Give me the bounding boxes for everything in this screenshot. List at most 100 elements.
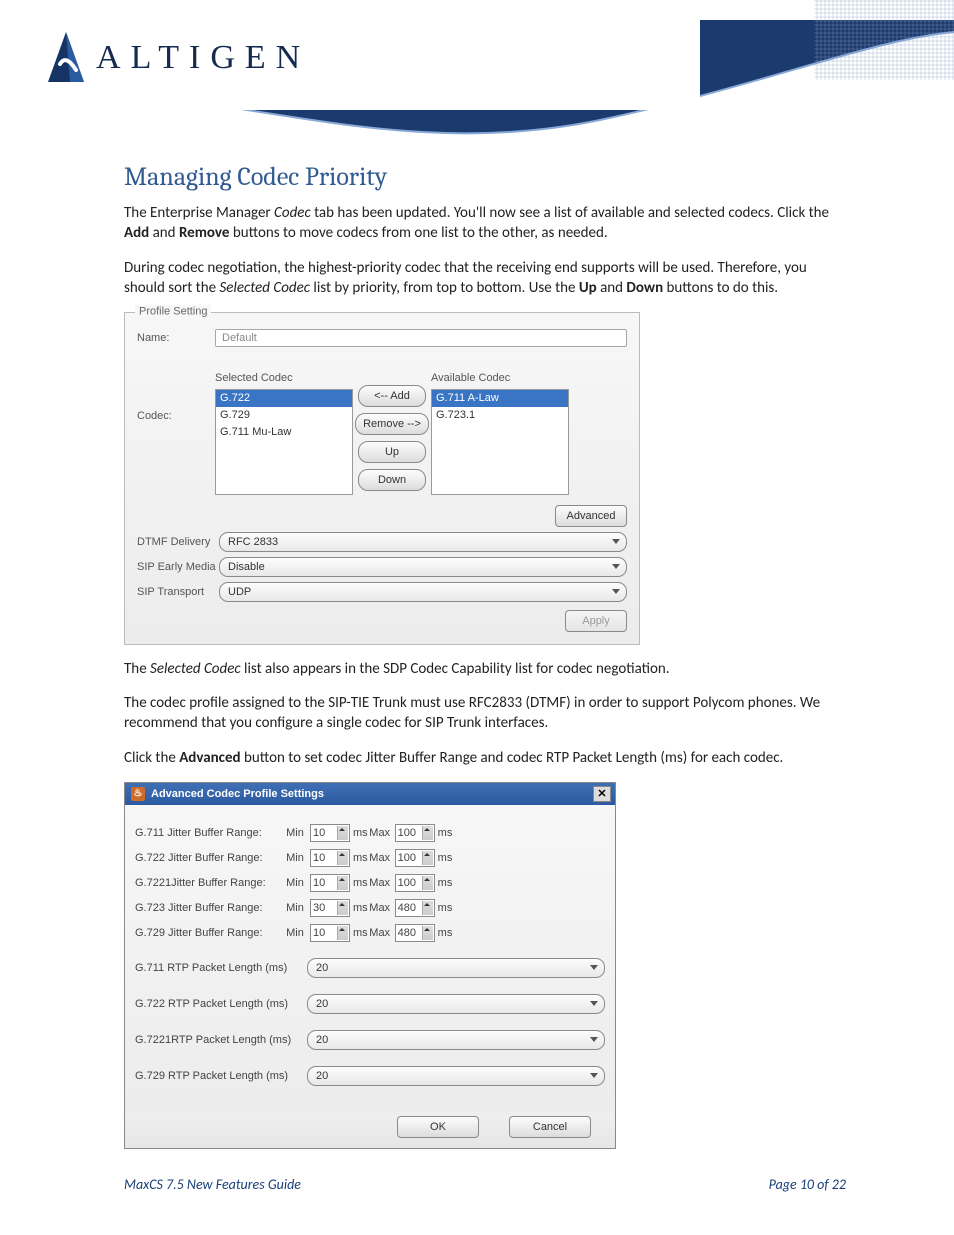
packet-length-row: G.7221RTP Packet Length (ms)20 — [135, 1030, 605, 1050]
max-spinner[interactable]: 480 — [395, 899, 435, 917]
packet-length-select[interactable]: 20 — [307, 994, 605, 1014]
logo: ALTIGEN — [46, 30, 310, 86]
header-dots — [814, 0, 954, 80]
min-label: Min — [283, 826, 307, 841]
ms-label: ms — [353, 926, 368, 941]
list-item[interactable]: G.722 — [216, 390, 352, 407]
page-footer: MaxCS 7.5 New Features Guide Page 10 of … — [124, 1176, 846, 1195]
packet-length-label: G.711 RTP Packet Length (ms) — [135, 961, 307, 976]
packet-length-row: G.722 RTP Packet Length (ms)20 — [135, 994, 605, 1014]
jitter-row: G.711 Jitter Buffer Range:Min10msMax100m… — [135, 824, 605, 842]
list-item[interactable]: G.729 — [216, 407, 352, 424]
min-label: Min — [283, 876, 307, 891]
advanced-button[interactable]: Advanced — [555, 505, 627, 527]
codec-label: Codec: — [137, 361, 215, 424]
jitter-label: G.711 Jitter Buffer Range: — [135, 826, 283, 841]
jitter-label: G.729 Jitter Buffer Range: — [135, 926, 283, 941]
ms-label: ms — [353, 901, 368, 916]
packet-length-select[interactable]: 20 — [307, 958, 605, 978]
max-spinner[interactable]: 100 — [395, 824, 435, 842]
max-spinner[interactable]: 100 — [395, 849, 435, 867]
packet-length-row: G.711 RTP Packet Length (ms)20 — [135, 958, 605, 978]
paragraph-1: The Enterprise Manager Codec tab has bee… — [124, 203, 846, 244]
min-spinner[interactable]: 10 — [310, 874, 350, 892]
min-spinner[interactable]: 10 — [310, 924, 350, 942]
apply-button[interactable]: Apply — [565, 610, 627, 632]
ms-label: ms — [438, 826, 453, 841]
jitter-row: G.723 Jitter Buffer Range:Min30msMax480m… — [135, 899, 605, 917]
min-spinner[interactable]: 10 — [310, 849, 350, 867]
available-codec-list[interactable]: G.711 A-Law G.723.1 — [431, 389, 569, 495]
jitter-row: G.729 Jitter Buffer Range:Min10msMax480m… — [135, 924, 605, 942]
paragraph-3: The Selected Codec list also appears in … — [124, 659, 846, 679]
max-spinner[interactable]: 480 — [395, 924, 435, 942]
min-spinner[interactable]: 10 — [310, 824, 350, 842]
packet-length-select[interactable]: 20 — [307, 1066, 605, 1086]
selected-codec-title: Selected Codec — [215, 371, 353, 386]
dialog-title: Advanced Codec Profile Settings — [151, 787, 324, 802]
remove-button[interactable]: Remove --> — [355, 413, 429, 435]
name-label: Name: — [137, 331, 215, 346]
cancel-button[interactable]: Cancel — [509, 1116, 591, 1138]
ms-label: ms — [438, 901, 453, 916]
packet-length-label: G.722 RTP Packet Length (ms) — [135, 997, 307, 1012]
jitter-label: G.722 Jitter Buffer Range: — [135, 851, 283, 866]
min-label: Min — [283, 851, 307, 866]
fieldset-legend: Profile Setting — [135, 305, 211, 320]
available-codec-title: Available Codec — [431, 371, 569, 386]
max-label: Max — [368, 926, 392, 941]
early-media-select[interactable]: Disable — [219, 557, 627, 577]
paragraph-5: Click the Advanced button to set codec J… — [124, 748, 846, 768]
packet-length-label: G.729 RTP Packet Length (ms) — [135, 1069, 307, 1084]
ms-label: ms — [353, 851, 368, 866]
close-icon[interactable]: ✕ — [593, 786, 611, 802]
max-spinner[interactable]: 100 — [395, 874, 435, 892]
ms-label: ms — [353, 826, 368, 841]
paragraph-2: During codec negotiation, the highest-pr… — [124, 258, 846, 299]
list-item[interactable]: G.723.1 — [432, 407, 568, 424]
advanced-codec-dialog: ♨ Advanced Codec Profile Settings ✕ G.71… — [124, 782, 616, 1149]
packet-length-select[interactable]: 20 — [307, 1030, 605, 1050]
ms-label: ms — [438, 926, 453, 941]
footer-title: MaxCS 7.5 New Features Guide — [124, 1176, 301, 1195]
page-header: ALTIGEN — [0, 0, 954, 150]
min-label: Min — [283, 901, 307, 916]
list-item[interactable]: G.711 A-Law — [432, 390, 568, 407]
jitter-label: G.723 Jitter Buffer Range: — [135, 901, 283, 916]
sip-transport-select[interactable]: UDP — [219, 582, 627, 602]
up-button[interactable]: Up — [358, 441, 426, 463]
page-title: Managing Codec Priority — [124, 160, 846, 195]
min-label: Min — [283, 926, 307, 941]
list-item[interactable]: G.711 Mu-Law — [216, 424, 352, 441]
packet-length-row: G.729 RTP Packet Length (ms)20 — [135, 1066, 605, 1086]
logo-text: ALTIGEN — [96, 35, 310, 81]
ok-button[interactable]: OK — [397, 1116, 479, 1138]
selected-codec-list[interactable]: G.722 G.729 G.711 Mu-Law — [215, 389, 353, 495]
logo-mark-icon — [46, 30, 86, 86]
jitter-row: G.7221Jitter Buffer Range:Min10msMax100m… — [135, 874, 605, 892]
page-content: Managing Codec Priority The Enterprise M… — [0, 150, 954, 1149]
dtmf-label: DTMF Delivery — [137, 535, 219, 550]
max-label: Max — [368, 851, 392, 866]
max-label: Max — [368, 826, 392, 841]
jitter-row: G.722 Jitter Buffer Range:Min10msMax100m… — [135, 849, 605, 867]
early-media-label: SIP Early Media — [137, 560, 219, 575]
max-label: Max — [368, 901, 392, 916]
ms-label: ms — [438, 851, 453, 866]
packet-length-label: G.7221RTP Packet Length (ms) — [135, 1033, 307, 1048]
jitter-label: G.7221Jitter Buffer Range: — [135, 876, 283, 891]
profile-setting-panel: Profile Setting Name: Default Codec: Sel… — [124, 312, 640, 645]
ms-label: ms — [353, 876, 368, 891]
max-label: Max — [368, 876, 392, 891]
paragraph-4: The codec profile assigned to the SIP-TI… — [124, 693, 846, 734]
sip-transport-label: SIP Transport — [137, 585, 219, 600]
dialog-titlebar: ♨ Advanced Codec Profile Settings ✕ — [125, 783, 615, 805]
min-spinner[interactable]: 30 — [310, 899, 350, 917]
java-icon: ♨ — [131, 787, 145, 801]
add-button[interactable]: <-- Add — [358, 385, 426, 407]
name-input[interactable]: Default — [215, 329, 627, 347]
down-button[interactable]: Down — [358, 469, 426, 491]
dtmf-select[interactable]: RFC 2833 — [219, 532, 627, 552]
footer-page-number: Page 10 of 22 — [769, 1176, 846, 1195]
ms-label: ms — [438, 876, 453, 891]
